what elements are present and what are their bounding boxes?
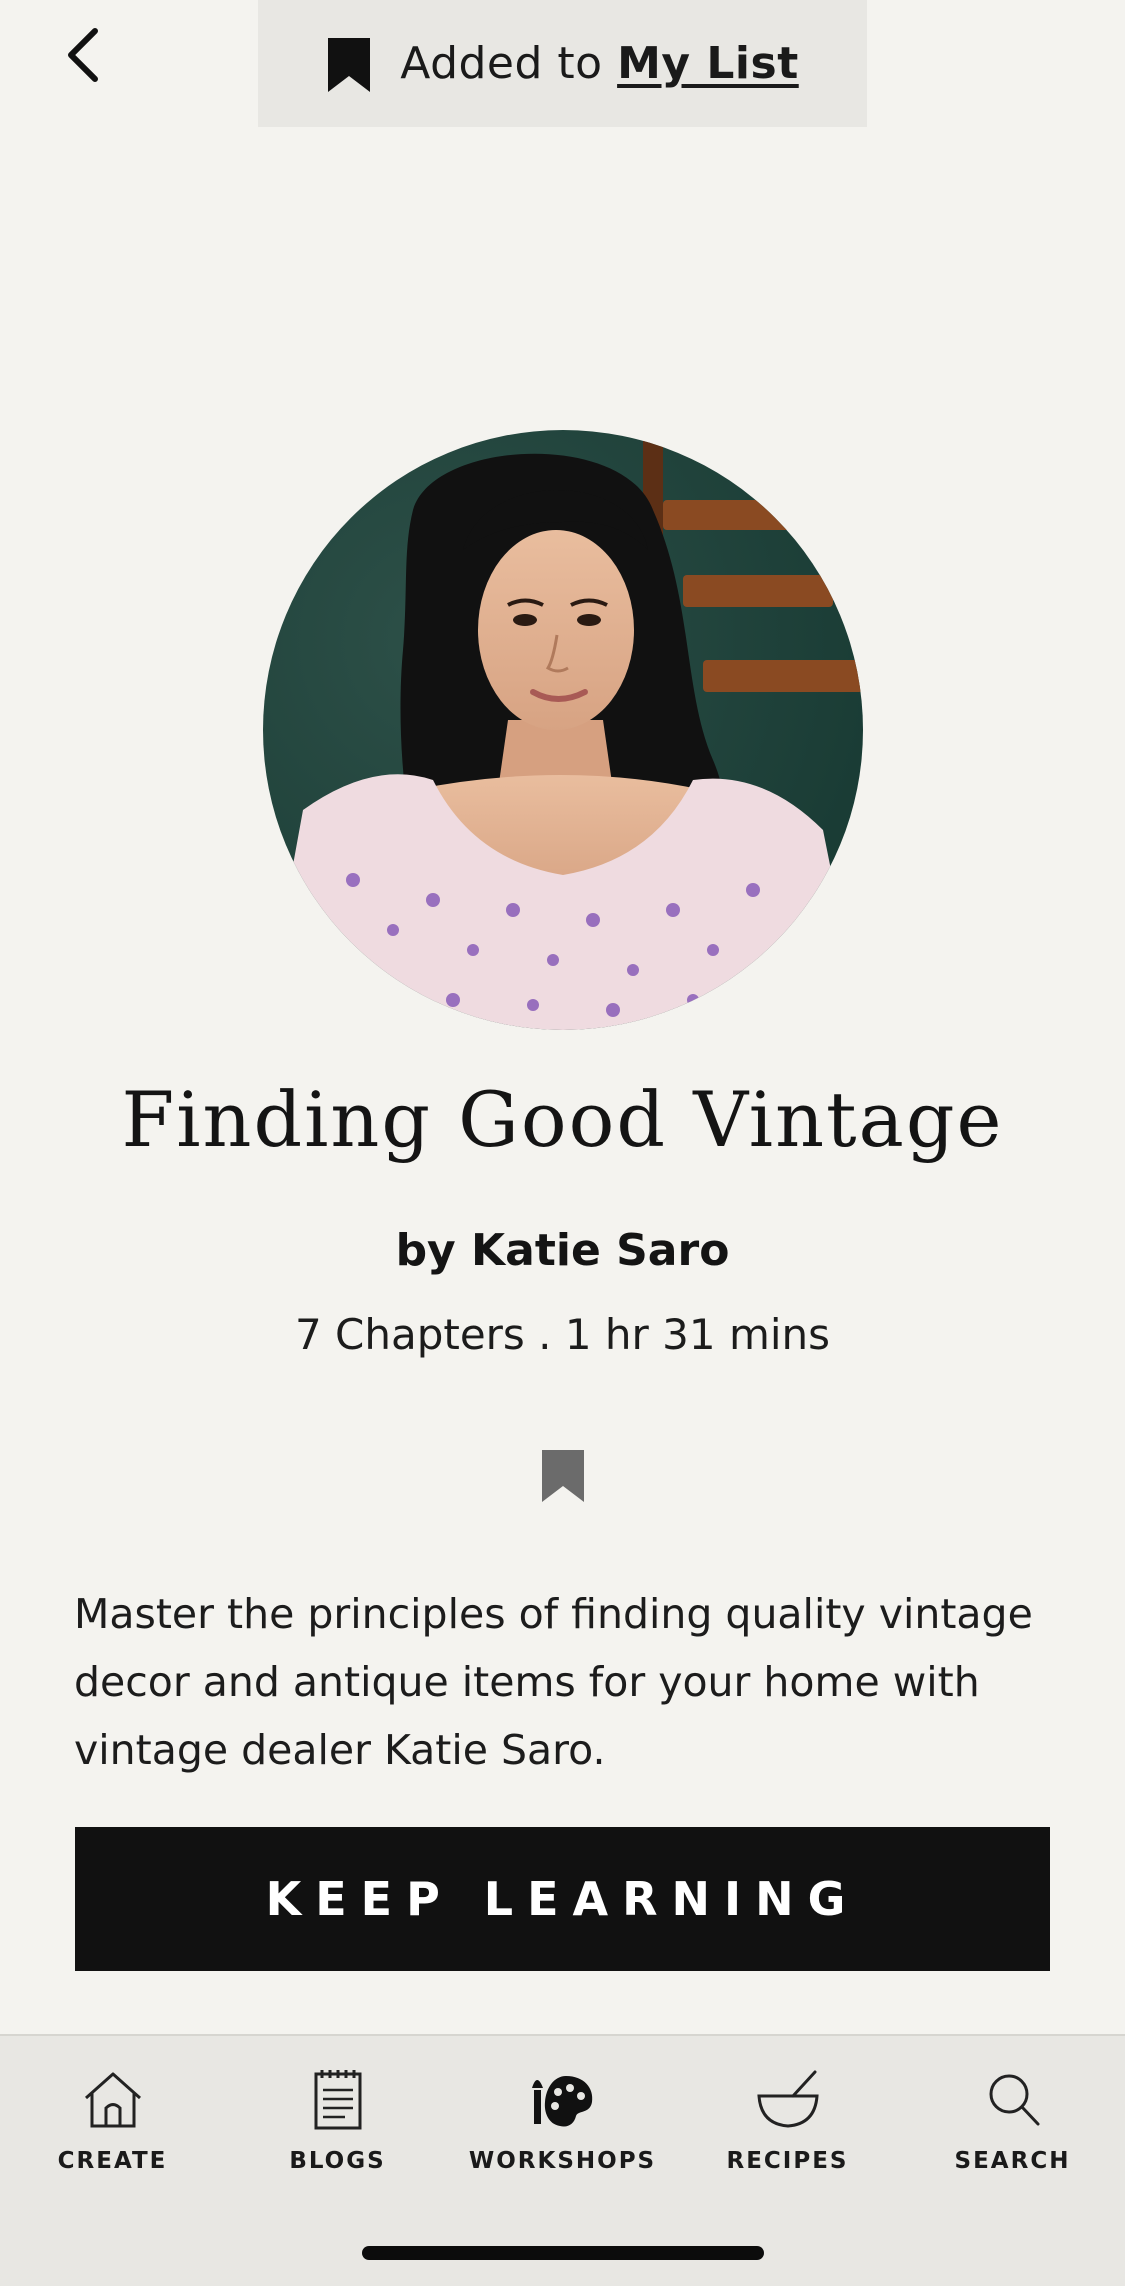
magnifier-icon xyxy=(989,2074,1039,2126)
palette-icon xyxy=(531,2076,592,2127)
tab-create[interactable]: CREATE xyxy=(0,2066,225,2174)
tab-label: WORKSHOPS xyxy=(468,2148,657,2174)
tab-label: CREATE xyxy=(57,2148,168,2174)
instructor-avatar xyxy=(263,430,863,1030)
save-to-list-button[interactable] xyxy=(540,1448,586,1504)
keep-learning-button[interactable]: KEEP LEARNING xyxy=(75,1827,1050,1971)
chevron-left-icon xyxy=(68,28,98,82)
bookmark-filled-icon xyxy=(328,37,371,92)
tab-recipes[interactable]: RECIPES xyxy=(675,2066,900,2174)
toast-prefix: Added to xyxy=(400,38,603,89)
tab-label: RECIPES xyxy=(726,2148,849,2174)
workshop-title: Finding Good Vintage xyxy=(121,1075,1004,1164)
workshop-meta: 7 Chapters . 1 hr 31 mins xyxy=(294,1310,831,1359)
bookmark-filled-icon xyxy=(542,1450,584,1502)
workshop-author: by Katie Saro xyxy=(395,1225,730,1276)
back-button[interactable] xyxy=(58,28,108,82)
house-icon xyxy=(84,2072,141,2128)
tab-label: SEARCH xyxy=(954,2148,1071,2174)
my-list-link[interactable]: My List xyxy=(617,38,799,89)
mortar-bowl-icon xyxy=(756,2070,819,2128)
tab-search[interactable]: SEARCH xyxy=(900,2066,1125,2174)
toast-message: Added to My List xyxy=(400,38,798,89)
tab-blogs[interactable]: BLOGS xyxy=(225,2066,450,2174)
tab-label: BLOGS xyxy=(289,2148,386,2174)
home-indicator[interactable] xyxy=(362,2246,764,2260)
notepad-icon xyxy=(314,2070,361,2130)
tab-workshops[interactable]: WORKSHOPS xyxy=(450,2066,675,2174)
added-to-list-toast: Added to My List xyxy=(258,0,867,127)
workshop-description: Master the principles of finding quality… xyxy=(74,1590,1033,1774)
